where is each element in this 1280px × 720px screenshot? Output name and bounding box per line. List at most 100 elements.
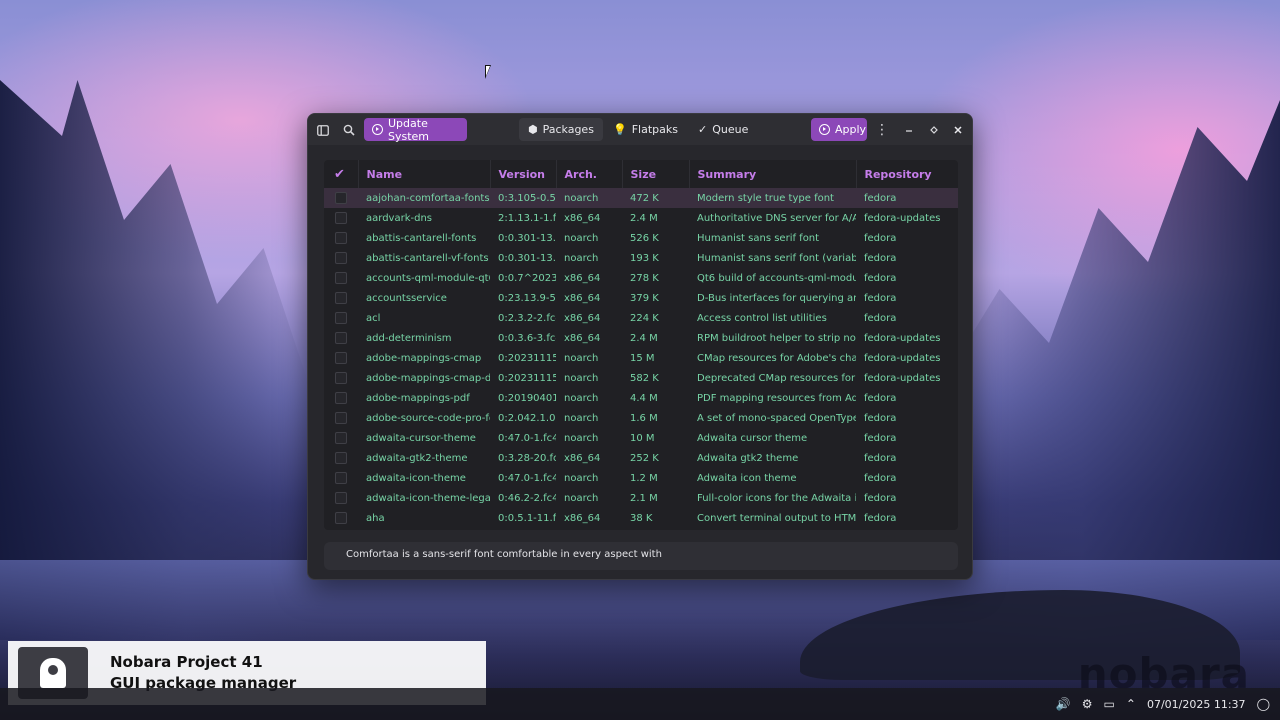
column-repository[interactable]: Repository xyxy=(856,160,958,188)
table-row[interactable]: aardvark-dns 2:1.13.1-1.fc4 x86_64 2.4 M Aut… xyxy=(324,208,958,228)
cell-arch: x86_64 xyxy=(564,332,601,344)
close-icon[interactable] xyxy=(949,121,967,139)
row-checkbox-cell[interactable] xyxy=(324,188,358,208)
tab-packages[interactable]: ⬢ Packages xyxy=(519,118,603,141)
cell-arch: noarch xyxy=(564,432,599,444)
row-checkbox-cell[interactable] xyxy=(324,488,358,508)
cell-name: accounts-qml-module-qt6 xyxy=(366,272,490,284)
table-row[interactable]: adobe-source-code-pro-fon 0:2.042.1.06 noa… xyxy=(324,408,958,428)
row-checkbox-cell[interactable] xyxy=(324,248,358,268)
cell-size: 2.4 M xyxy=(630,212,658,224)
row-checkbox-cell[interactable] xyxy=(324,268,358,288)
tab-queue-label: Queue xyxy=(712,123,749,136)
row-checkbox[interactable] xyxy=(335,392,347,404)
cell-version: 0:23.13.9-5.f xyxy=(498,292,556,304)
table-row[interactable]: adwaita-icon-theme-legacy 0:46.2-2.fc41 no… xyxy=(324,488,958,508)
table-row[interactable]: add-determinism 0:0.3.6-3.fc4 x86_64 2.4 M R… xyxy=(324,328,958,348)
sidebar-toggle-icon[interactable] xyxy=(314,121,332,139)
column-size[interactable]: Size xyxy=(622,160,690,188)
package-description: Comfortaa is a sans-serif font comfortab… xyxy=(324,542,958,570)
tray-expand-icon[interactable]: ⌃ xyxy=(1126,697,1136,711)
power-icon[interactable]: ◯ xyxy=(1257,697,1270,711)
table-row[interactable]: acl 0:2.3.2-2.fc4 x86_64 224 K Access contro… xyxy=(324,308,958,328)
row-checkbox[interactable] xyxy=(335,372,347,384)
row-checkbox-cell[interactable] xyxy=(324,408,358,428)
menu-kebab-icon[interactable]: ⋮ xyxy=(873,121,891,139)
cell-summary: Convert terminal output to HTML xyxy=(697,512,856,524)
network-icon[interactable]: ⚙ xyxy=(1082,697,1093,711)
table-row[interactable]: adwaita-cursor-theme 0:47.0-1.fc41 noarch 1… xyxy=(324,428,958,448)
cell-size: 2.4 M xyxy=(630,332,658,344)
row-checkbox-cell[interactable] xyxy=(324,208,358,228)
row-checkbox-cell[interactable] xyxy=(324,368,358,388)
column-name[interactable]: Name xyxy=(358,160,491,188)
row-checkbox[interactable] xyxy=(335,312,347,324)
tab-flatpaks[interactable]: 💡 Flatpaks xyxy=(604,118,687,141)
column-summary[interactable]: Summary xyxy=(689,160,857,188)
tab-queue[interactable]: ✓ Queue xyxy=(689,118,757,141)
row-checkbox[interactable] xyxy=(335,452,347,464)
row-checkbox-cell[interactable] xyxy=(324,428,358,448)
table-row[interactable]: accounts-qml-module-qt6 0:0.7^202312 x86_6… xyxy=(324,268,958,288)
row-checkbox-cell[interactable] xyxy=(324,328,358,348)
row-checkbox[interactable] xyxy=(335,272,347,284)
table-row[interactable]: adwaita-gtk2-theme 0:3.28-20.fc4 x86_64 252… xyxy=(324,448,958,468)
minimize-icon[interactable] xyxy=(900,121,918,139)
cell-version: 0:0.7^202312 xyxy=(498,272,556,284)
cell-version: 0:20190401- xyxy=(498,392,556,404)
select-all-checkbox[interactable]: ✔ xyxy=(324,160,359,188)
titlebar[interactable]: Update System ⬢ Packages 💡 Flatpaks ✓ Qu… xyxy=(308,114,972,145)
volume-icon[interactable]: 🔊 xyxy=(1056,697,1071,711)
cell-size: 472 K xyxy=(622,188,689,208)
row-checkbox[interactable] xyxy=(335,512,347,524)
cell-name: aha xyxy=(366,512,385,524)
table-row[interactable]: abattis-cantarell-fonts 0:0.301-13.fc noar… xyxy=(324,228,958,248)
search-icon[interactable] xyxy=(340,121,358,139)
cell-name: accountsservice xyxy=(366,292,447,304)
row-checkbox[interactable] xyxy=(335,472,347,484)
apply-label: Apply xyxy=(835,123,867,136)
table-row[interactable]: adwaita-icon-theme 0:47.0-1.fc41 noarch 1.2… xyxy=(324,468,958,488)
cell-size: 252 K xyxy=(630,452,659,464)
row-checkbox[interactable] xyxy=(335,332,347,344)
table-row[interactable]: adobe-mappings-cmap 0:20231115- noarch 15 M… xyxy=(324,348,958,368)
row-checkbox-cell[interactable] xyxy=(324,308,358,328)
table-row[interactable]: aha 0:0.5.1-11.fc x86_64 38 K Convert termin… xyxy=(324,508,958,528)
row-checkbox[interactable] xyxy=(335,492,347,504)
restore-icon[interactable] xyxy=(925,121,943,139)
row-checkbox[interactable] xyxy=(335,252,347,264)
row-checkbox-cell[interactable] xyxy=(324,348,358,368)
row-checkbox[interactable] xyxy=(335,212,347,224)
table-row[interactable]: accountsservice 0:23.13.9-5.f x86_64 379 K D… xyxy=(324,288,958,308)
cell-name: adwaita-icon-theme xyxy=(366,472,466,484)
row-checkbox-cell[interactable] xyxy=(324,448,358,468)
table-row[interactable]: aajohan-comfortaa-fonts0:3.105-0.5.2noar… xyxy=(324,188,958,208)
row-checkbox[interactable] xyxy=(335,412,347,424)
row-checkbox[interactable] xyxy=(335,192,347,204)
table-row[interactable]: adobe-mappings-cmap-de 0:20231115- noarch 5… xyxy=(324,368,958,388)
column-version[interactable]: Version xyxy=(490,160,557,188)
update-system-button[interactable]: Update System xyxy=(364,117,467,143)
cell-repo: fedora xyxy=(864,472,897,484)
cell-version: 0:46.2-2.fc41 xyxy=(498,492,556,504)
row-checkbox-cell[interactable] xyxy=(324,288,358,308)
cell-name: adobe-mappings-pdf xyxy=(366,392,470,404)
row-checkbox-cell[interactable] xyxy=(324,388,358,408)
cell-summary: Adwaita icon theme xyxy=(697,472,797,484)
cell-summary: Adwaita cursor theme xyxy=(697,432,808,444)
row-checkbox[interactable] xyxy=(335,232,347,244)
table-row[interactable]: adobe-mappings-pdf 0:20190401- noarch 4.4 M… xyxy=(324,388,958,408)
row-checkbox-cell[interactable] xyxy=(324,508,358,528)
table-row[interactable]: abattis-cantarell-vf-fonts 0:0.301-13.fc n… xyxy=(324,248,958,268)
row-checkbox[interactable] xyxy=(335,352,347,364)
cell-repo: fedora xyxy=(864,232,897,244)
column-arch[interactable]: Arch. xyxy=(556,160,623,188)
row-checkbox-cell[interactable] xyxy=(324,228,358,248)
row-checkbox[interactable] xyxy=(335,292,347,304)
cell-arch: x86_64 xyxy=(564,312,601,324)
row-checkbox[interactable] xyxy=(335,432,347,444)
row-checkbox-cell[interactable] xyxy=(324,468,358,488)
clock[interactable]: 07/01/2025 11:37 xyxy=(1147,698,1246,711)
apply-button[interactable]: Apply xyxy=(811,118,867,141)
display-icon[interactable]: ▭ xyxy=(1104,697,1115,711)
